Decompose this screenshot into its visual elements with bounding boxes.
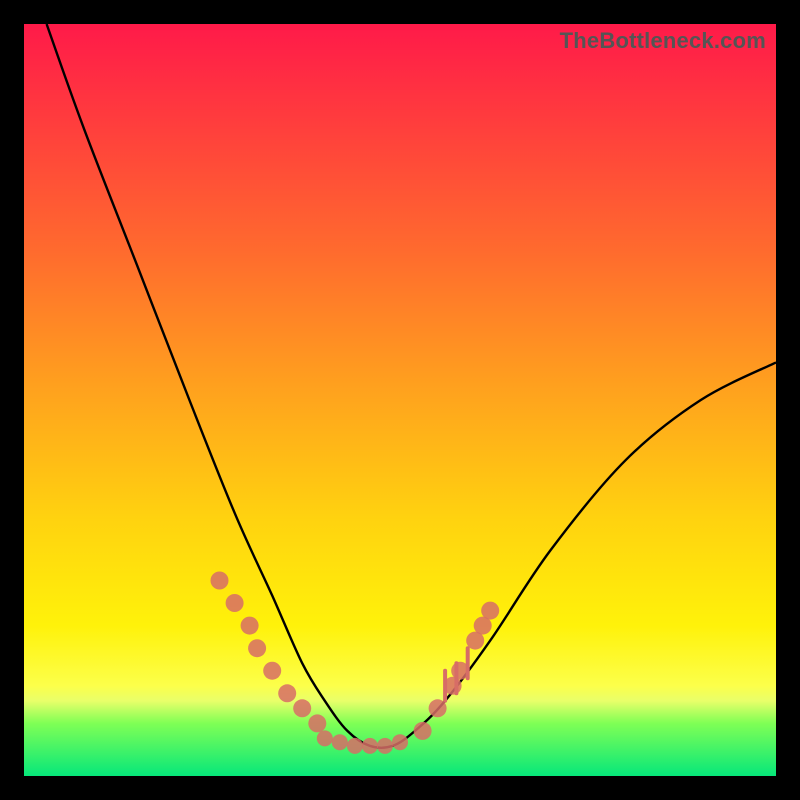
curve-marker <box>241 617 259 635</box>
curve-marker <box>226 594 244 612</box>
curve-marker <box>293 699 311 717</box>
curve-marker <box>481 602 499 620</box>
curve-marker <box>429 699 447 717</box>
curve-marker <box>308 714 326 732</box>
curve-marker <box>392 734 408 750</box>
curve-marker <box>362 738 378 754</box>
curve-marker <box>211 572 229 590</box>
curve-svg <box>24 24 776 776</box>
curve-marker <box>347 738 363 754</box>
curve-marker <box>263 662 281 680</box>
curve-marker <box>278 684 296 702</box>
curve-marker <box>332 734 348 750</box>
curve-layer <box>47 24 776 748</box>
curve-marker <box>451 662 469 680</box>
bottleneck-curve <box>47 24 776 748</box>
curve-marker <box>317 730 333 746</box>
chart-frame: TheBottleneck.com <box>0 0 800 800</box>
plot-area: TheBottleneck.com <box>24 24 776 776</box>
curve-marker <box>377 738 393 754</box>
curve-marker <box>248 639 266 657</box>
curve-marker <box>414 722 432 740</box>
